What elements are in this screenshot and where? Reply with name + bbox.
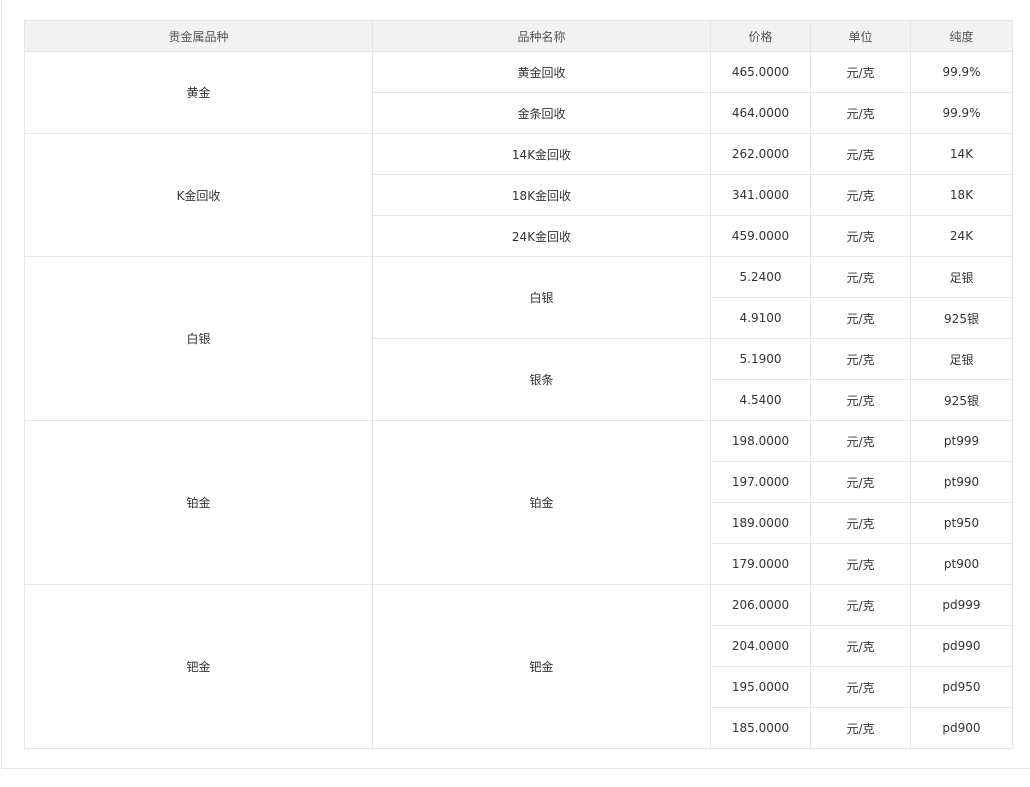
unit-cell: 元/克 (810, 297, 911, 339)
price-cell: 341.0000 (710, 174, 811, 216)
purity-cell: pd900 (910, 707, 1013, 749)
variety-name-cell: 银条 (372, 338, 711, 421)
category-cell: 黄金 (24, 51, 373, 134)
purity-cell: pt999 (910, 420, 1013, 462)
header-price: 价格 (710, 20, 811, 52)
purity-cell: pt990 (910, 461, 1013, 503)
price-cell: 4.9100 (710, 297, 811, 339)
price-cell: 206.0000 (710, 584, 811, 626)
purity-cell: pd990 (910, 625, 1013, 667)
variety-name-cell: 14K金回收 (372, 133, 711, 175)
variety-name-cell: 黄金回收 (372, 51, 711, 93)
header-purity: 纯度 (910, 20, 1013, 52)
unit-cell: 元/克 (810, 133, 911, 175)
purity-cell: pt950 (910, 502, 1013, 544)
unit-cell: 元/克 (810, 707, 911, 749)
unit-cell: 元/克 (810, 666, 911, 708)
purity-cell: 足银 (910, 256, 1013, 298)
variety-name-cell: 钯金 (372, 584, 711, 749)
unit-cell: 元/克 (810, 215, 911, 257)
unit-cell: 元/克 (810, 461, 911, 503)
price-cell: 197.0000 (710, 461, 811, 503)
price-cell: 204.0000 (710, 625, 811, 667)
table-row: 黄金 黄金回收 465.0000 元/克 99.9% (24, 51, 1013, 134)
price-cell: 185.0000 (710, 707, 811, 749)
variety-name-cell: 白银 (372, 256, 711, 339)
precious-metal-price-table: 贵金属品种 品种名称 价格 单位 纯度 黄金 黄金回收 465.0000 元/克… (24, 20, 1013, 749)
purity-cell: 925银 (910, 379, 1013, 421)
price-cell: 198.0000 (710, 420, 811, 462)
table-row: 白银 白银 5.2400 元/克 足银 (24, 256, 1013, 421)
unit-cell: 元/克 (810, 51, 911, 93)
price-cell: 5.1900 (710, 338, 811, 380)
unit-cell: 元/克 (810, 420, 911, 462)
purity-cell: pd999 (910, 584, 1013, 626)
purity-cell: 99.9% (910, 92, 1013, 134)
price-cell: 464.0000 (710, 92, 811, 134)
unit-cell: 元/克 (810, 379, 911, 421)
price-cell: 195.0000 (710, 666, 811, 708)
purity-cell: 24K (910, 215, 1013, 257)
price-panel: 贵金属品种 品种名称 价格 单位 纯度 黄金 黄金回收 465.0000 元/克… (1, 0, 1030, 769)
category-cell: 铂金 (24, 420, 373, 585)
header-unit: 单位 (810, 20, 911, 52)
unit-cell: 元/克 (810, 338, 911, 380)
table-row: 铂金 铂金 198.0000 元/克 pt999 (24, 420, 1013, 585)
price-cell: 5.2400 (710, 256, 811, 298)
unit-cell: 元/克 (810, 625, 911, 667)
purity-cell: 足银 (910, 338, 1013, 380)
purity-cell: 18K (910, 174, 1013, 216)
category-cell: 钯金 (24, 584, 373, 749)
variety-name-cell: 铂金 (372, 420, 711, 585)
purity-cell: pt900 (910, 543, 1013, 585)
purity-cell: 99.9% (910, 51, 1013, 93)
price-cell: 179.0000 (710, 543, 811, 585)
variety-name-cell: 18K金回收 (372, 174, 711, 216)
unit-cell: 元/克 (810, 92, 911, 134)
header-name: 品种名称 (372, 20, 711, 52)
variety-name-cell: 24K金回收 (372, 215, 711, 257)
table-header-row: 贵金属品种 品种名称 价格 单位 纯度 (24, 20, 1013, 52)
unit-cell: 元/克 (810, 502, 911, 544)
table-row: K金回收 14K金回收 262.0000 元/克 14K (24, 133, 1013, 257)
variety-name-cell: 金条回收 (372, 92, 711, 134)
price-cell: 465.0000 (710, 51, 811, 93)
unit-cell: 元/克 (810, 584, 911, 626)
table-row: 钯金 钯金 206.0000 元/克 pd999 (24, 584, 1013, 749)
purity-cell: 925银 (910, 297, 1013, 339)
unit-cell: 元/克 (810, 256, 911, 298)
unit-cell: 元/克 (810, 174, 911, 216)
price-cell: 189.0000 (710, 502, 811, 544)
purity-cell: 14K (910, 133, 1013, 175)
category-cell: K金回收 (24, 133, 373, 257)
price-cell: 459.0000 (710, 215, 811, 257)
purity-cell: pd950 (910, 666, 1013, 708)
unit-cell: 元/克 (810, 543, 911, 585)
price-cell: 262.0000 (710, 133, 811, 175)
header-category: 贵金属品种 (24, 20, 373, 52)
price-cell: 4.5400 (710, 379, 811, 421)
category-cell: 白银 (24, 256, 373, 421)
